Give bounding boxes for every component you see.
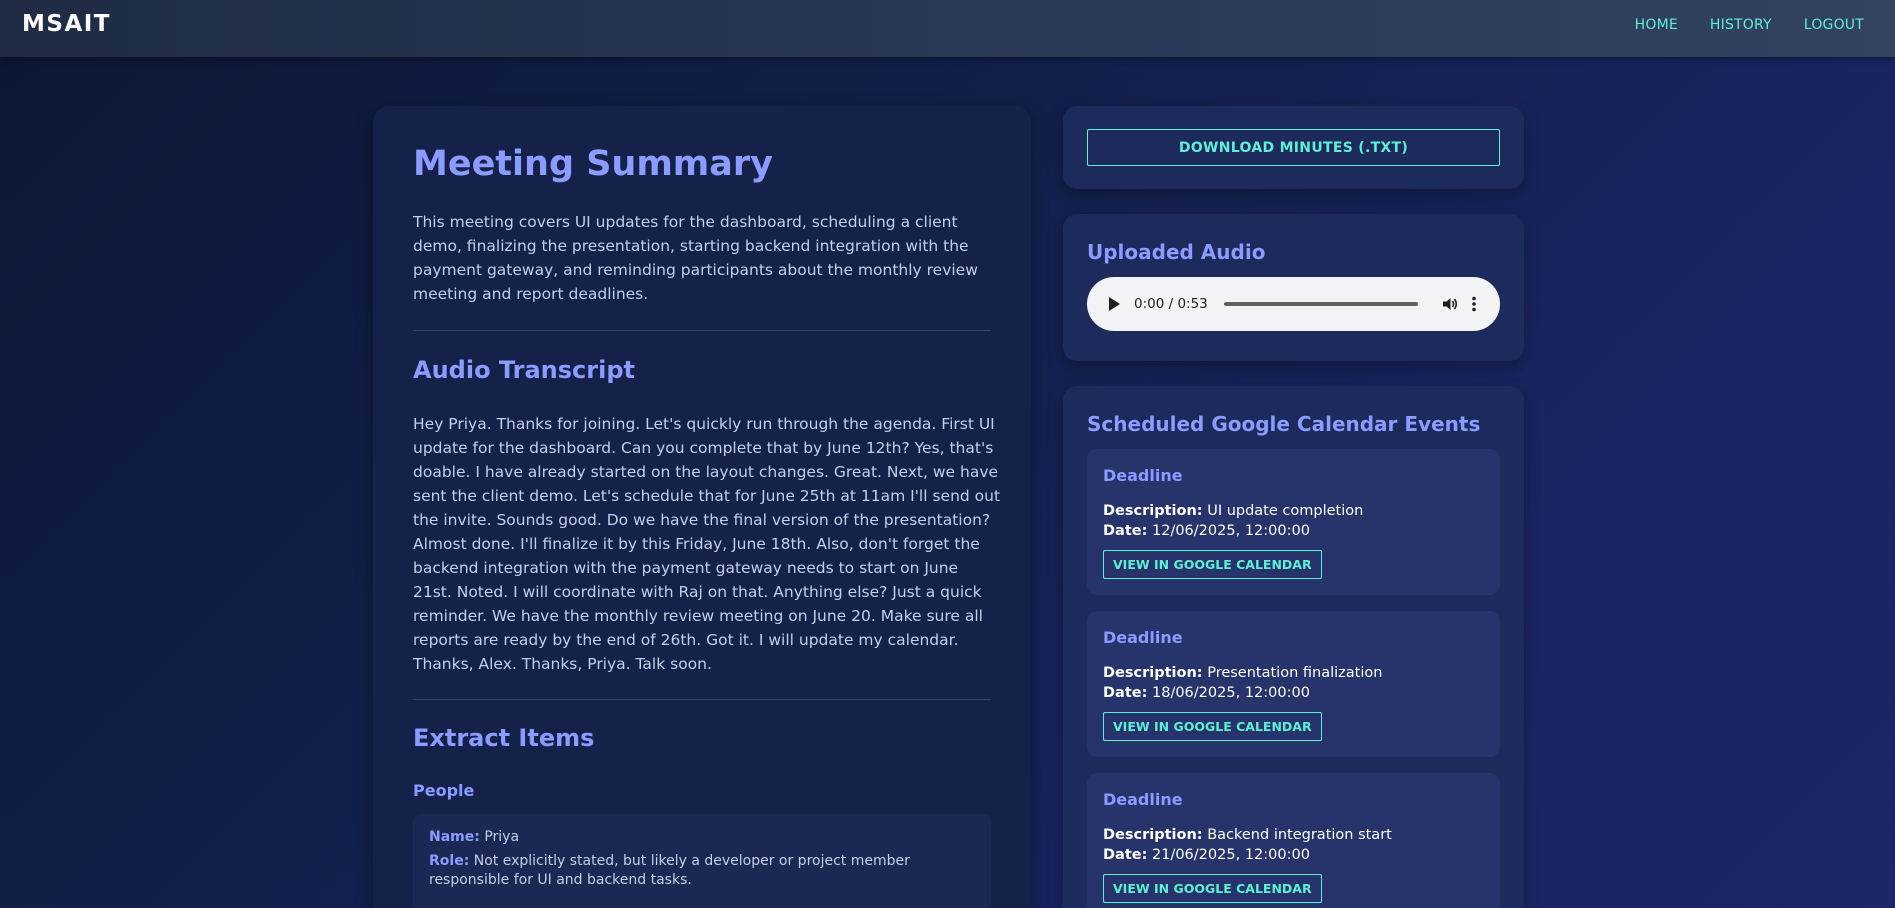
meeting-summary-text: This meeting covers UI updates for the d… xyxy=(413,213,978,303)
description-label: Description: xyxy=(1103,503,1203,519)
calendar-event: Deadline Description: Presentation final… xyxy=(1087,611,1500,757)
description-label: Description: xyxy=(1103,827,1203,843)
extract-items-title: Extract Items xyxy=(413,724,595,752)
audio-time: 0:00 / 0:53 xyxy=(1134,296,1208,312)
calendar-events-card: Scheduled Google Calendar Events Deadlin… xyxy=(1063,386,1524,908)
person-role-row: Role: Not explicitly stated, but likely … xyxy=(429,852,975,890)
view-in-google-calendar-button[interactable]: VIEW IN GOOGLE CALENDAR xyxy=(1103,550,1322,579)
play-icon[interactable] xyxy=(1109,297,1120,311)
brand-logo[interactable]: MSAIT xyxy=(22,11,111,37)
download-card: DOWNLOAD MINUTES (.TXT) xyxy=(1063,106,1524,189)
view-in-google-calendar-button[interactable]: VIEW IN GOOGLE CALENDAR xyxy=(1103,712,1322,741)
meeting-details-card: Meeting Summary This meeting covers UI u… xyxy=(373,106,1031,908)
people-title: People xyxy=(413,781,475,800)
description-value: Presentation finalization xyxy=(1207,665,1383,681)
event-title: Deadline xyxy=(1103,790,1183,809)
calendar-events-title: Scheduled Google Calendar Events xyxy=(1087,412,1481,436)
description-value: UI update completion xyxy=(1207,503,1364,519)
view-in-google-calendar-button[interactable]: VIEW IN GOOGLE CALENDAR xyxy=(1103,874,1322,903)
nav-links: HOME HISTORY LOGOUT xyxy=(1635,17,1864,33)
name-label: Name: xyxy=(429,829,480,845)
nav-link-history[interactable]: HISTORY xyxy=(1710,17,1772,33)
audio-transcript-text: Hey Priya. Thanks for joining. Let's qui… xyxy=(413,415,1001,673)
meeting-summary-title: Meeting Summary xyxy=(413,144,773,184)
divider xyxy=(413,330,991,331)
date-label: Date: xyxy=(1103,685,1148,701)
audio-transcript-title: Audio Transcript xyxy=(413,356,635,384)
uploaded-audio-title: Uploaded Audio xyxy=(1087,240,1266,264)
role-label: Role: xyxy=(429,853,470,869)
event-date: Date: 12/06/2025, 12:00:00 xyxy=(1103,523,1310,539)
nav-link-logout[interactable]: LOGOUT xyxy=(1804,17,1864,33)
person-name: Priya xyxy=(484,829,520,845)
date-label: Date: xyxy=(1103,847,1148,863)
date-value: 21/06/2025, 12:00:00 xyxy=(1152,847,1310,863)
more-options-icon[interactable] xyxy=(1471,296,1476,312)
date-value: 18/06/2025, 12:00:00 xyxy=(1152,685,1310,701)
audio-progress-slider[interactable] xyxy=(1223,302,1418,306)
description-label: Description: xyxy=(1103,665,1203,681)
calendar-event: Deadline Description: Backend integratio… xyxy=(1087,773,1500,908)
top-navbar: MSAIT HOME HISTORY LOGOUT xyxy=(0,0,1895,57)
volume-icon[interactable] xyxy=(1442,296,1458,312)
event-title: Deadline xyxy=(1103,466,1183,485)
description-value: Backend integration start xyxy=(1207,827,1392,843)
calendar-event: Deadline Description: UI update completi… xyxy=(1087,449,1500,595)
person-name-row: Name: Priya xyxy=(429,828,975,847)
event-date: Date: 21/06/2025, 12:00:00 xyxy=(1103,847,1310,863)
divider xyxy=(413,699,991,700)
person-role: Not explicitly stated, but likely a deve… xyxy=(429,853,910,888)
event-description: Description: Backend integration start xyxy=(1103,827,1392,843)
date-label: Date: xyxy=(1103,523,1148,539)
event-title: Deadline xyxy=(1103,628,1183,647)
event-description: Description: Presentation finalization xyxy=(1103,665,1382,681)
event-date: Date: 18/06/2025, 12:00:00 xyxy=(1103,685,1310,701)
download-minutes-button[interactable]: DOWNLOAD MINUTES (.TXT) xyxy=(1087,129,1500,166)
person-card: Name: Priya Role: Not explicitly stated,… xyxy=(413,814,991,908)
date-value: 12/06/2025, 12:00:00 xyxy=(1152,523,1310,539)
uploaded-audio-card: Uploaded Audio 0:00 / 0:53 xyxy=(1063,214,1524,361)
audio-player: 0:00 / 0:53 xyxy=(1087,277,1500,331)
nav-link-home[interactable]: HOME xyxy=(1635,17,1678,33)
event-description: Description: UI update completion xyxy=(1103,503,1363,519)
